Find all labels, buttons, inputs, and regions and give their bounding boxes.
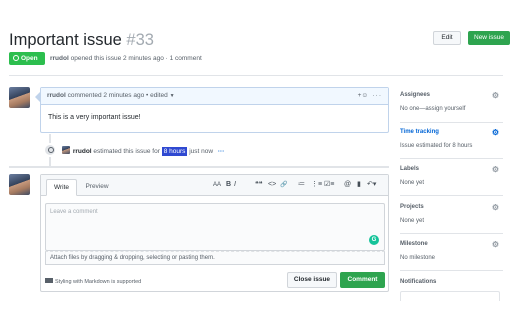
sidebar-heading-label: Time tracking (400, 129, 439, 135)
sidebar-assignees: Assignees ⚙ No one—assign yourself (400, 91, 503, 123)
issue-meta-text: opened this issue 2 minutes ago · 1 comm… (70, 55, 202, 62)
avatar[interactable] (62, 146, 70, 154)
bulleted-list-icon[interactable]: ≔ (298, 180, 305, 190)
sidebar-heading-label: Notifications (400, 279, 437, 285)
mention-icon[interactable]: @ (344, 180, 351, 190)
edit-button[interactable]: Edit (433, 31, 461, 45)
tab-write[interactable]: Write (46, 179, 77, 196)
status-badge: Open (9, 52, 45, 65)
status-badge-label: Open (21, 55, 38, 62)
bookmark-icon[interactable]: ▮ (357, 180, 361, 190)
gear-icon[interactable]: ⚙ (492, 203, 499, 212)
code-icon[interactable]: <> (268, 180, 276, 190)
sidebar-labels: Labels ⚙ None yet (400, 165, 503, 196)
estimate-highlight: 8 hours (161, 147, 188, 156)
sidebar-divider (400, 158, 503, 159)
grammarly-icon[interactable]: G (369, 235, 379, 245)
sidebar-heading-time-tracking[interactable]: Time tracking ⚙ (400, 128, 503, 138)
add-reaction-icon[interactable]: +☺ (358, 88, 368, 104)
sidebar-divider (400, 233, 503, 234)
comment-button[interactable]: Comment (340, 272, 385, 288)
comment-author-link[interactable]: rrudol (47, 92, 66, 99)
italic-icon[interactable]: I (234, 180, 236, 190)
issue-title-text: Important issue (9, 31, 122, 49)
bold-icon[interactable]: B (226, 180, 231, 190)
sidebar-heading-notifications: Notifications (400, 279, 503, 288)
markdown-note[interactable]: Styling with Markdown is supported (45, 278, 141, 285)
clock-icon (43, 143, 57, 157)
issue-sidebar: Assignees ⚙ No one—assign yourself Time t… (400, 76, 503, 320)
sidebar-value-labels: None yet (400, 180, 425, 186)
event-author-link[interactable]: rrudol (73, 148, 92, 155)
sidebar-value-projects: None yet (400, 218, 425, 224)
sidebar-projects: Projects ⚙ None yet (400, 203, 503, 234)
sidebar-divider (400, 122, 503, 123)
issue-number: #33 (126, 31, 154, 49)
close-issue-button[interactable]: Close issue (287, 272, 337, 288)
issue-meta: rrudol opened this issue 2 minutes ago ·… (50, 55, 202, 62)
sidebar-heading-milestone[interactable]: Milestone ⚙ (400, 240, 503, 250)
sidebar-value-time-tracking: Issue estimated for 8 hours (400, 143, 473, 149)
link-icon[interactable]: 🔗 (280, 180, 287, 190)
sidebar-heading-labels[interactable]: Labels ⚙ (400, 165, 503, 175)
event-text: estimated this issue for (93, 148, 160, 155)
editor-tabs: Write Preview AA B I ❝❝ <> 🔗 ≔ ⋮≡ ☑≡ @ ▮… (41, 175, 388, 196)
issue-opened-icon (13, 55, 19, 61)
gear-icon[interactable]: ⚙ (492, 165, 499, 174)
issue-comment: rrudol commented 2 minutes ago • edited … (40, 87, 389, 133)
task-list-icon[interactable]: ☑≡ (324, 180, 334, 190)
sidebar-heading-label: Assignees (400, 92, 431, 98)
event-more-icon[interactable]: ··· (218, 148, 225, 155)
kebab-menu-icon[interactable]: ··· (373, 88, 383, 104)
notifications-box (400, 291, 500, 301)
new-comment-form: Write Preview AA B I ❝❝ <> 🔗 ≔ ⋮≡ ☑≡ @ ▮… (40, 174, 389, 292)
comment-placeholder: Leave a comment (50, 209, 98, 215)
gear-icon[interactable]: ⚙ (492, 91, 499, 100)
comment-meta[interactable]: commented 2 minutes ago • edited (68, 92, 168, 99)
avatar[interactable] (9, 174, 30, 195)
sidebar-heading-label: Projects (400, 204, 424, 210)
numbered-list-icon[interactable]: ⋮≡ (311, 180, 322, 190)
comment-textarea[interactable]: Leave a comment G (45, 203, 385, 251)
attach-files-bar[interactable]: Attach files by dragging & dropping, sel… (45, 251, 385, 265)
gear-icon[interactable]: ⚙ (492, 128, 499, 137)
heading-icon[interactable]: AA (213, 180, 221, 190)
sidebar-value-milestone: No milestone (400, 255, 436, 261)
sidebar-heading-label: Labels (400, 166, 420, 172)
comment-header: rrudol commented 2 minutes ago • edited … (41, 88, 388, 105)
timeline-event: rrudol estimated this issue for 8 hours … (62, 146, 225, 156)
issue-header: Important issue #33 Edit New issue Open … (9, 30, 510, 74)
avatar[interactable] (9, 87, 30, 108)
sidebar-notifications: Notifications (400, 279, 503, 288)
sidebar-heading-projects[interactable]: Projects ⚙ (400, 203, 503, 213)
sidebar-value-assignees[interactable]: No one—assign yourself (400, 106, 503, 112)
sidebar-divider (400, 195, 503, 196)
quote-icon[interactable]: ❝❝ (255, 180, 263, 190)
sidebar-time-tracking: Time tracking ⚙ Issue estimated for 8 hou… (400, 128, 503, 159)
new-issue-button[interactable]: New issue (468, 31, 510, 45)
reply-icon[interactable]: ↶▾ (367, 180, 376, 190)
gear-icon[interactable]: ⚙ (492, 240, 499, 249)
comment-body: This is a very important issue! (48, 114, 141, 121)
markdown-icon (45, 278, 53, 283)
chevron-down-icon[interactable]: ▼ (170, 93, 175, 99)
issue-author-link[interactable]: rrudol (50, 55, 69, 62)
markdown-note-text: Styling with Markdown is supported (55, 279, 142, 285)
sidebar-milestone: Milestone ⚙ No milestone (400, 240, 503, 271)
issue-title: Important issue #33 (9, 30, 154, 50)
sidebar-divider (400, 270, 503, 271)
sidebar-heading-assignees[interactable]: Assignees ⚙ (400, 91, 503, 101)
tab-preview[interactable]: Preview (81, 179, 113, 196)
timeline-divider (9, 166, 389, 168)
event-time[interactable]: just now (189, 148, 213, 155)
sidebar-heading-label: Milestone (400, 241, 428, 247)
